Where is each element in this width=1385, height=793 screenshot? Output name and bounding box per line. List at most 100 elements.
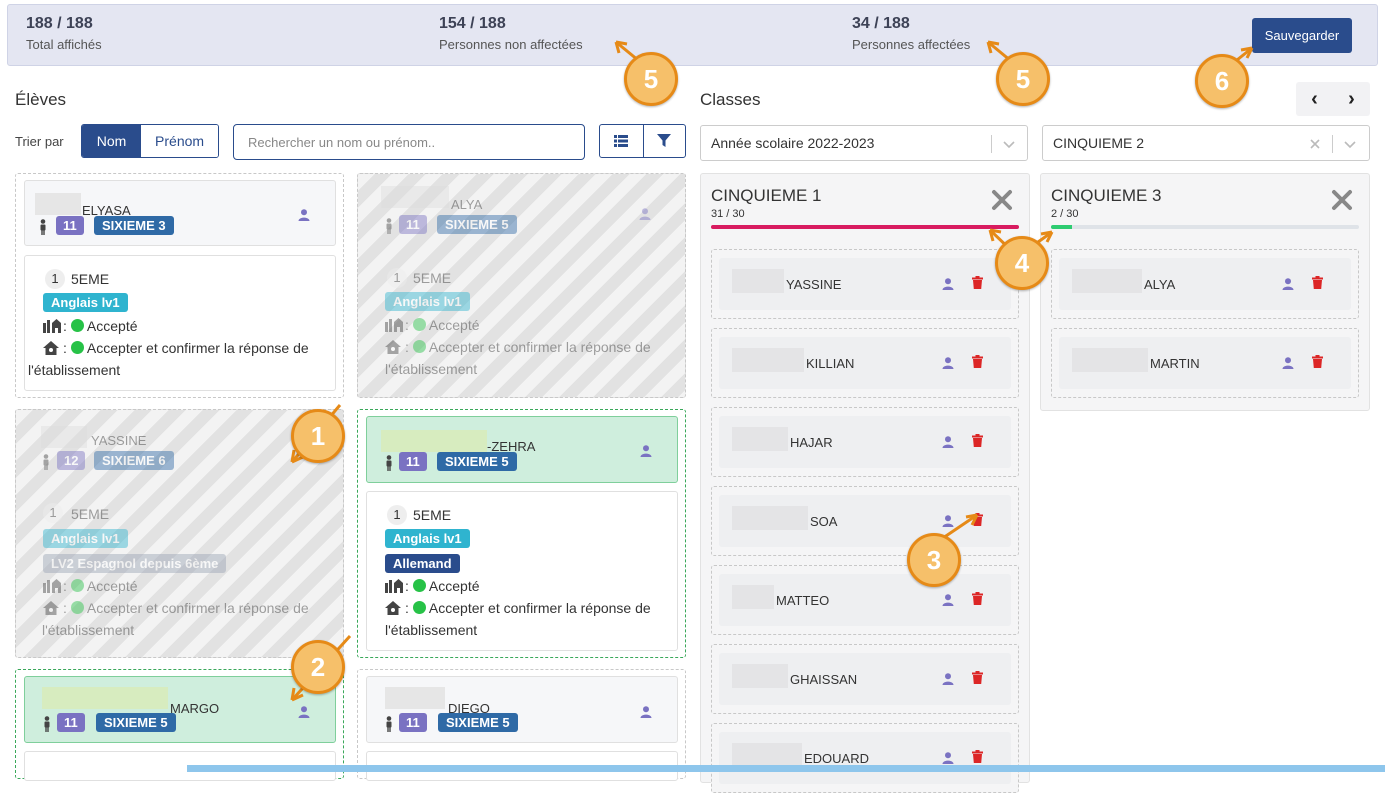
- status-confirm: Accepter et confirmer la réponse de: [86, 600, 309, 616]
- rank-number: 1: [387, 268, 407, 288]
- trash-icon[interactable]: [972, 592, 983, 610]
- trash-icon[interactable]: [972, 276, 983, 294]
- class-student-slot[interactable]: MATTEO: [711, 565, 1019, 635]
- class-badge: SIXIEME 5: [438, 713, 518, 732]
- class-student[interactable]: YASSINE: [719, 258, 1011, 310]
- class-student[interactable]: EDOUARD: [719, 732, 1011, 784]
- class-student-slot[interactable]: MARTIN: [1051, 328, 1359, 398]
- sort-by-last-name[interactable]: Nom: [82, 125, 142, 157]
- class-badge: SIXIEME 3: [94, 216, 174, 235]
- user-icon[interactable]: [942, 593, 954, 611]
- blurred-name: [381, 430, 487, 452]
- class-student-slot[interactable]: HAJAR: [711, 407, 1019, 477]
- class-student-slot[interactable]: EDOUARD: [711, 723, 1019, 793]
- stats-bar: 188 / 188 Total affichés 154 / 188 Perso…: [7, 4, 1378, 66]
- student-card-header[interactable]: ELYASA 11 SIXIEME 3: [24, 180, 336, 246]
- school-year-value: Année scolaire 2022-2023: [711, 135, 875, 151]
- student-card-selected[interactable]: MARGO 11 SIXIEME 5: [15, 669, 344, 781]
- student-card-assigned[interactable]: ALYA 11 SIXIEME 5 1 5EME Anglais lv1 : A…: [357, 173, 686, 398]
- trash-icon[interactable]: [1312, 355, 1323, 373]
- school-icon: [43, 319, 63, 338]
- class-select[interactable]: CINQUIEME 2: [1042, 125, 1370, 161]
- blurred-name: [1072, 348, 1148, 372]
- class-student[interactable]: MARTIN: [1059, 337, 1351, 389]
- class-student-name: ALYA: [1144, 277, 1176, 292]
- close-icon[interactable]: [991, 189, 1013, 216]
- trash-icon[interactable]: [972, 513, 983, 531]
- student-card[interactable]: DIEGO 11 SIXIEME 5: [357, 669, 686, 781]
- status-confirm: Accepter et confirmer la réponse de: [428, 339, 651, 355]
- option-tag: Anglais lv1: [43, 293, 128, 312]
- rank-number: 1: [387, 505, 407, 525]
- class-student-slot[interactable]: YASSINE: [711, 249, 1019, 319]
- home-icon: [43, 341, 59, 360]
- clear-icon[interactable]: [1309, 137, 1321, 153]
- student-name: ALYA: [451, 197, 483, 212]
- status-dot: [70, 579, 84, 592]
- user-icon[interactable]: [640, 444, 652, 462]
- class-column: CINQUIEME 3 2 / 30 ALYA MARTIN: [1040, 173, 1370, 411]
- student-card-header[interactable]: MARGO 11 SIXIEME 5: [24, 676, 336, 743]
- class-student-slot[interactable]: GHAISSAN: [711, 644, 1019, 714]
- class-student[interactable]: MATTEO: [719, 574, 1011, 626]
- user-icon[interactable]: [942, 277, 954, 295]
- blurred-name: [732, 585, 774, 609]
- user-icon[interactable]: [1282, 356, 1294, 374]
- class-student-slot[interactable]: SOA: [711, 486, 1019, 556]
- option-tag: LV2 Espagnol depuis 6ème: [43, 554, 227, 573]
- status-accepted: Accepté: [428, 317, 480, 333]
- student-card-selected[interactable]: -ZEHRA 11 SIXIEME 5 1 5EME Anglais lv1 A…: [357, 409, 686, 658]
- trash-icon[interactable]: [972, 434, 983, 452]
- search-input[interactable]: Rechercher un nom ou prénom..: [233, 124, 585, 160]
- unassigned-value: 154 / 188: [439, 15, 506, 32]
- next-button[interactable]: ›: [1333, 82, 1370, 116]
- save-button[interactable]: Sauvegarder: [1252, 18, 1352, 53]
- annotation-badge: 4: [995, 236, 1049, 290]
- person-icon: [385, 716, 393, 737]
- age-badge: 11: [399, 215, 427, 234]
- school-year-select[interactable]: Année scolaire 2022-2023: [700, 125, 1028, 161]
- filter-icon[interactable]: [642, 125, 686, 157]
- sort-by-first-name[interactable]: Prénom: [141, 125, 218, 157]
- class-count: 31 / 30: [711, 208, 745, 220]
- level-label: 5EME: [413, 270, 452, 286]
- user-icon[interactable]: [298, 208, 310, 226]
- trash-icon[interactable]: [972, 355, 983, 373]
- unassigned-label: Personnes non affectées: [439, 37, 583, 52]
- close-icon[interactable]: [1331, 189, 1353, 216]
- user-icon[interactable]: [298, 705, 310, 723]
- student-card-header[interactable]: -ZEHRA 11 SIXIEME 5: [366, 416, 678, 483]
- sort-label: Trier par: [15, 134, 64, 149]
- previous-button[interactable]: ‹: [1296, 82, 1333, 116]
- status-dot: [412, 601, 426, 614]
- blurred-name: [732, 664, 788, 688]
- class-student[interactable]: HAJAR: [719, 416, 1011, 468]
- user-icon[interactable]: [942, 435, 954, 453]
- user-icon[interactable]: [1282, 277, 1294, 295]
- trash-icon[interactable]: [1312, 276, 1323, 294]
- total-label: Total affichés: [26, 37, 102, 52]
- class-student[interactable]: ALYA: [1059, 258, 1351, 310]
- assigned-value: 34 / 188: [852, 15, 910, 32]
- trash-icon[interactable]: [972, 671, 983, 689]
- classes-title: Classes: [700, 90, 761, 109]
- student-card[interactable]: ELYASA 11 SIXIEME 3 1 5EME Anglais lv1 :…: [15, 173, 344, 398]
- blurred-name: [732, 269, 784, 293]
- user-icon[interactable]: [640, 705, 652, 723]
- horizontal-scrollbar[interactable]: [187, 765, 1385, 772]
- class-student-slot[interactable]: KILLIAN: [711, 328, 1019, 398]
- user-icon[interactable]: [942, 672, 954, 690]
- class-student[interactable]: SOA: [719, 495, 1011, 547]
- user-icon[interactable]: [942, 514, 954, 532]
- class-student-slot[interactable]: ALYA: [1051, 249, 1359, 319]
- class-student[interactable]: KILLIAN: [719, 337, 1011, 389]
- person-icon: [39, 219, 47, 240]
- user-icon[interactable]: [942, 356, 954, 374]
- student-card-body: 1 5EME Anglais lv1 Allemand : Accepté : …: [366, 491, 678, 651]
- age-badge: 11: [399, 713, 427, 732]
- list-view-icon[interactable]: [600, 125, 643, 157]
- student-card-header[interactable]: DIEGO 11 SIXIEME 5: [366, 676, 678, 743]
- class-student[interactable]: GHAISSAN: [719, 653, 1011, 705]
- status-accepted: Accepté: [428, 578, 480, 594]
- user-icon[interactable]: [639, 207, 651, 225]
